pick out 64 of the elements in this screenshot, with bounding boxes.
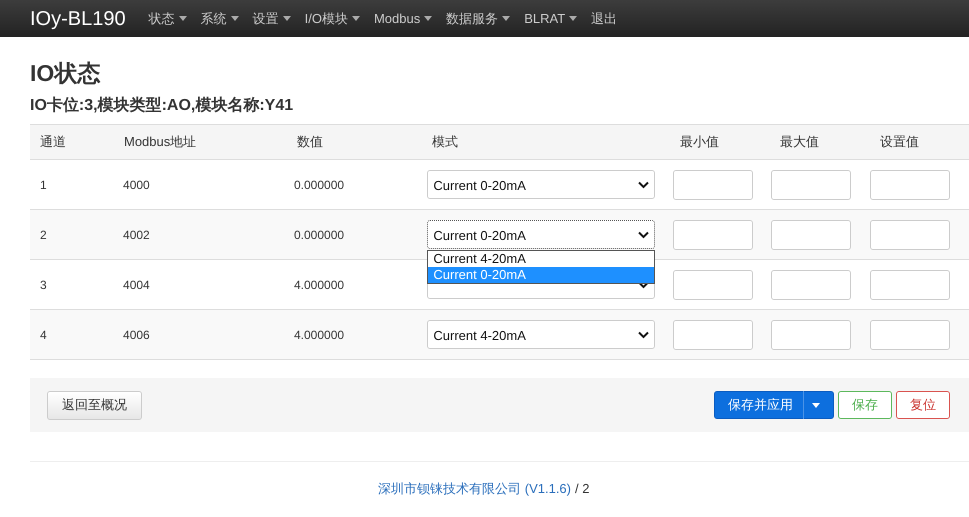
caret-icon	[282, 16, 291, 21]
table-cell-text: 1	[39, 176, 48, 194]
table-cell-text: 2	[39, 226, 48, 244]
split-caret[interactable]	[803, 391, 820, 419]
table-cell-text: 4006	[123, 326, 151, 344]
nav-menu-item[interactable]: 退出	[584, 8, 624, 28]
table-cell-text: 4004	[123, 276, 151, 294]
table-cell-text: 4.000000	[294, 326, 346, 344]
chevron-down-icon	[638, 331, 650, 339]
table-cell-text: 4000	[123, 176, 151, 194]
module-info: IO卡位:3,模块类型:AO,模块名称:Y41	[30, 96, 294, 116]
nav-menu-item[interactable]: 数据服务	[439, 8, 518, 28]
table-cell-text: 3	[39, 276, 48, 294]
input-field[interactable]	[771, 220, 852, 250]
table-cell-text: 4	[39, 326, 48, 344]
caret-icon	[178, 16, 187, 21]
caret-icon	[424, 16, 432, 21]
page-title: IO状态	[30, 59, 102, 88]
company-link[interactable]: 深圳市钡铼技术有限公司 (V1.1.6)	[378, 479, 571, 498]
column-header: 设置值	[880, 133, 920, 152]
nav-menu-item[interactable]: BLRAT	[517, 8, 584, 28]
back-button[interactable]: 返回至概况	[47, 390, 142, 420]
mode-select[interactable]: Current 4-20mA	[427, 320, 656, 349]
input-field[interactable]	[771, 320, 852, 350]
action-button[interactable]: 保存并应用	[714, 391, 834, 419]
nav-menu-item[interactable]: I/O模块	[298, 8, 367, 28]
input-field[interactable]	[771, 270, 852, 300]
input-field[interactable]	[771, 170, 852, 200]
input-field[interactable]	[672, 270, 752, 300]
chevron-down-icon	[638, 181, 650, 189]
mode-select[interactable]: Current 0-20mA	[427, 170, 656, 199]
input-field[interactable]	[672, 170, 752, 200]
table-cell-text: 0.000000	[294, 226, 346, 244]
input-field[interactable]	[672, 320, 752, 350]
input-field[interactable]	[870, 170, 950, 200]
column-header: 最小值	[680, 133, 720, 152]
column-header: Modbus地址	[124, 133, 198, 152]
nav-menu-item[interactable]: 状态	[142, 8, 194, 28]
input-field[interactable]	[870, 270, 950, 300]
footer-text: / 2	[575, 480, 590, 498]
input-field[interactable]	[870, 320, 950, 350]
action-button[interactable]: 复位	[896, 391, 950, 419]
caret-icon	[502, 16, 510, 21]
column-header: 通道	[39, 133, 67, 152]
nav-menu-item[interactable]: 系统	[194, 8, 246, 28]
chevron-down-icon	[638, 231, 650, 239]
input-field[interactable]	[672, 220, 752, 250]
brand-title[interactable]: IOy-BL190	[30, 4, 126, 34]
chevron-down-icon	[638, 281, 650, 289]
nav-menu-item[interactable]: 设置	[246, 8, 298, 28]
caret-icon	[230, 16, 239, 21]
table-cell-text: 4002	[123, 226, 151, 244]
dropdown-option[interactable]: Current 4-20mA	[428, 251, 654, 267]
column-header: 数值	[297, 133, 324, 152]
caret-icon	[352, 16, 360, 21]
caret-icon	[812, 402, 820, 408]
input-field[interactable]	[870, 220, 950, 250]
nav-menu-item[interactable]: Modbus	[366, 8, 440, 28]
table-cell-text: 4.000000	[294, 276, 346, 294]
column-header: 模式	[432, 133, 459, 152]
caret-icon	[569, 16, 578, 21]
column-header: 最大值	[780, 133, 820, 152]
mode-select[interactable]: Current 0-20mA	[427, 220, 656, 249]
table-cell-text: 0.000000	[294, 176, 346, 194]
